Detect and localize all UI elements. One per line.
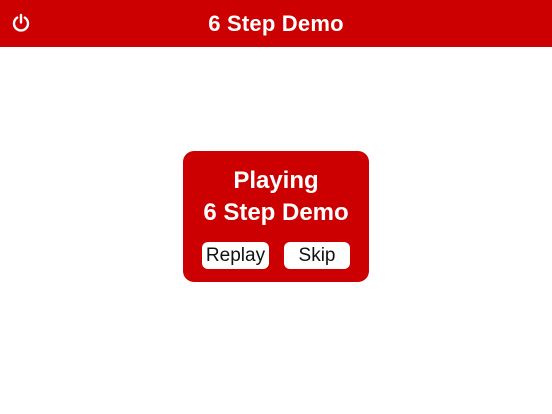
app-window: 6 Step Demo Playing 6 Step Demo Replay S…	[0, 0, 552, 414]
power-icon	[12, 13, 30, 32]
page-title: 6 Step Demo	[208, 10, 344, 36]
skip-button[interactable]: Skip	[284, 242, 350, 269]
replay-button[interactable]: Replay	[202, 242, 269, 269]
demo-dialog: Playing 6 Step Demo Replay Skip	[183, 151, 369, 282]
dialog-demo-name: 6 Step Demo	[203, 199, 349, 226]
dialog-status-text: Playing	[233, 167, 319, 194]
power-button[interactable]	[10, 12, 32, 34]
top-bar: 6 Step Demo	[0, 0, 552, 47]
